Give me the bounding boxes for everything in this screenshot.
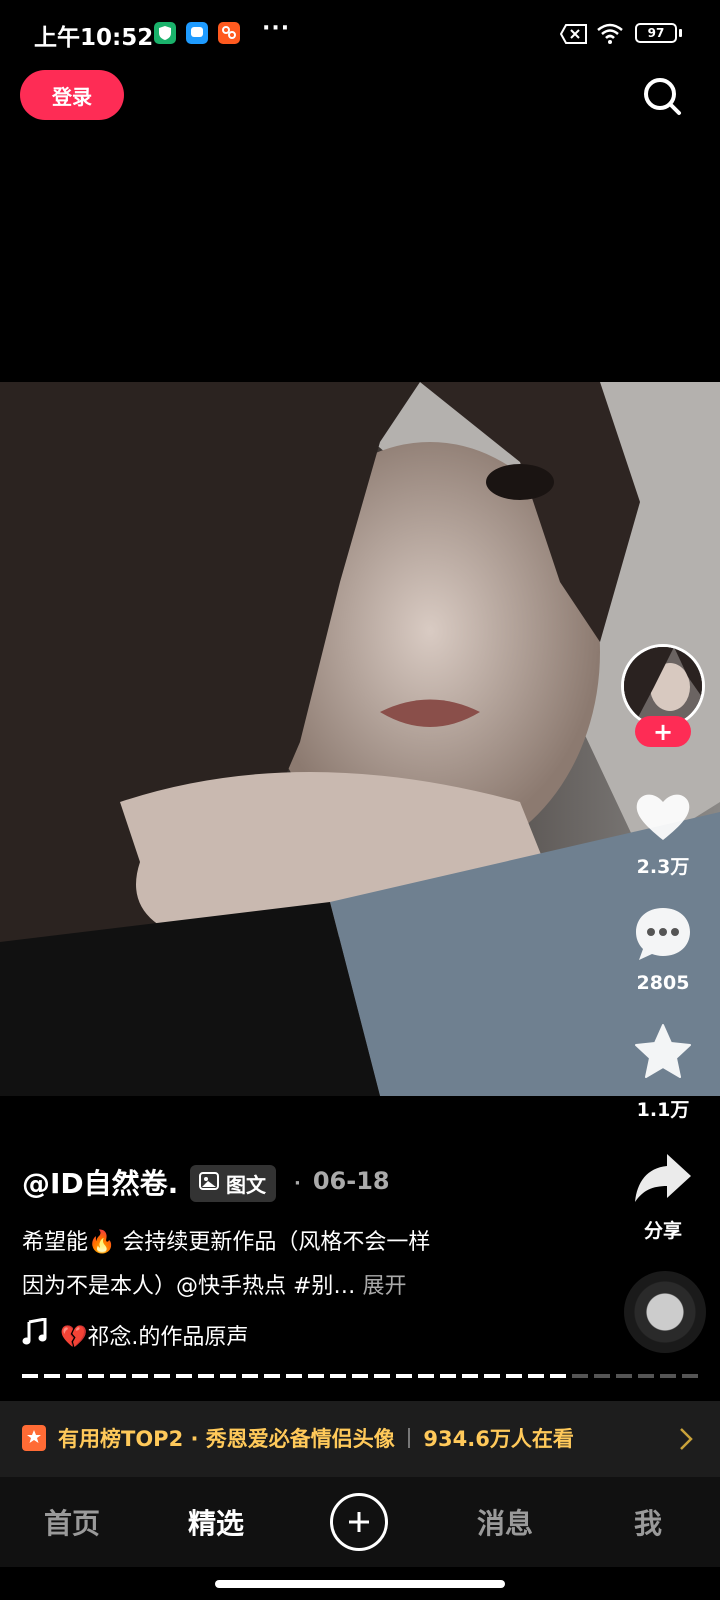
progress-segment <box>682 1374 698 1378</box>
favorite-star-icon[interactable] <box>633 1022 693 1082</box>
like-count: 2.3万 <box>636 856 690 878</box>
progress-segment <box>418 1374 434 1378</box>
plus-icon <box>349 1512 369 1532</box>
share-label[interactable]: 分享 <box>615 1216 711 1243</box>
create-button[interactable] <box>330 1493 388 1551</box>
rank-viewers: 934.6万人在看 <box>423 1427 574 1451</box>
favorite-count: 1.1万 <box>636 1099 690 1121</box>
progress-segment <box>594 1374 610 1378</box>
post-type-tag: 图文 <box>190 1165 276 1202</box>
progress-segment <box>484 1374 500 1378</box>
progress-segment <box>110 1374 126 1378</box>
nav-messages[interactable]: 消息 <box>455 1502 555 1542</box>
progress-segment <box>198 1374 214 1378</box>
nav-featured[interactable]: 精选 <box>166 1502 266 1542</box>
image-progress-indicator <box>22 1374 698 1378</box>
chevron-right-icon[interactable] <box>678 1426 694 1452</box>
nav-home[interactable]: 首页 <box>22 1502 122 1542</box>
image-gallery-icon <box>198 1170 220 1197</box>
nav-me[interactable]: 我 <box>598 1502 698 1542</box>
progress-segment <box>572 1374 588 1378</box>
progress-segment <box>374 1374 390 1378</box>
progress-segment <box>660 1374 676 1378</box>
progress-segment <box>132 1374 148 1378</box>
progress-segment <box>462 1374 478 1378</box>
battery-tip <box>679 29 682 37</box>
home-indicator[interactable] <box>215 1580 505 1588</box>
status-bar: 上午10:52 ··· 97 <box>0 0 720 66</box>
music-title: 💔祁念.的作品原声 <box>60 1325 249 1350</box>
login-button[interactable]: 登录 <box>20 70 124 120</box>
comment-count: 2805 <box>636 972 690 994</box>
battery-level: 97 <box>647 26 665 40</box>
progress-segment <box>66 1374 82 1378</box>
progress-segment <box>286 1374 302 1378</box>
wifi-icon <box>596 22 624 48</box>
progress-segment <box>154 1374 170 1378</box>
progress-segment <box>242 1374 258 1378</box>
progress-segment <box>440 1374 456 1378</box>
post-date: · 06-18 <box>294 1167 390 1195</box>
date-value: 06-18 <box>312 1167 390 1195</box>
status-time: 上午10:52 <box>34 25 154 51</box>
progress-segment <box>264 1374 280 1378</box>
rank-text[interactable]: 有用榜TOP2 · 秀恩爱必备情侣头像 934.6万人在看 <box>58 1423 574 1453</box>
progress-segment <box>616 1374 632 1378</box>
post-image[interactable] <box>0 382 720 1096</box>
like-icon[interactable] <box>633 786 693 846</box>
progress-segment <box>22 1374 38 1378</box>
caption-line-2: 因为不是本人）@快手热点 #别… 展开 <box>22 1268 406 1300</box>
author-name[interactable]: @ID自然卷. <box>22 1162 178 1202</box>
music-row[interactable]: 💔祁念.的作品原声 <box>22 1317 249 1352</box>
date-separator: · <box>294 1173 301 1194</box>
progress-segment <box>308 1374 324 1378</box>
rank-divider <box>408 1428 411 1448</box>
security-app-icon <box>154 22 176 44</box>
progress-segment <box>638 1374 654 1378</box>
follow-button[interactable]: + <box>635 716 691 747</box>
rank-badge-icon <box>22 1425 46 1451</box>
post-type-label: 图文 <box>226 1173 266 1197</box>
share-icon[interactable] <box>633 1148 693 1208</box>
progress-segment <box>88 1374 104 1378</box>
rank-title: 有用榜TOP2 · 秀恩爱必备情侣头像 <box>58 1427 395 1451</box>
progress-segment <box>528 1374 544 1378</box>
comment-icon[interactable] <box>633 904 693 964</box>
progress-segment <box>396 1374 412 1378</box>
chat-app-icon <box>186 22 208 44</box>
music-disc[interactable] <box>624 1271 706 1353</box>
caption-line-1: 希望能🔥 会持续更新作品（风格不会一样 <box>22 1230 431 1255</box>
progress-segment <box>506 1374 522 1378</box>
progress-segment <box>550 1374 566 1378</box>
status-more-dots: ··· <box>262 16 291 41</box>
progress-segment <box>330 1374 346 1378</box>
music-note-icon <box>22 1317 48 1352</box>
search-icon[interactable] <box>640 74 684 118</box>
progress-segment <box>176 1374 192 1378</box>
caption-text: 因为不是本人）@快手热点 #别… <box>22 1274 356 1299</box>
orange-app-icon <box>218 22 240 44</box>
sim-icon <box>559 24 588 48</box>
progress-segment <box>352 1374 368 1378</box>
battery-icon: 97 <box>635 23 677 43</box>
expand-link[interactable]: 展开 <box>362 1274 406 1299</box>
progress-segment <box>44 1374 60 1378</box>
progress-segment <box>220 1374 236 1378</box>
